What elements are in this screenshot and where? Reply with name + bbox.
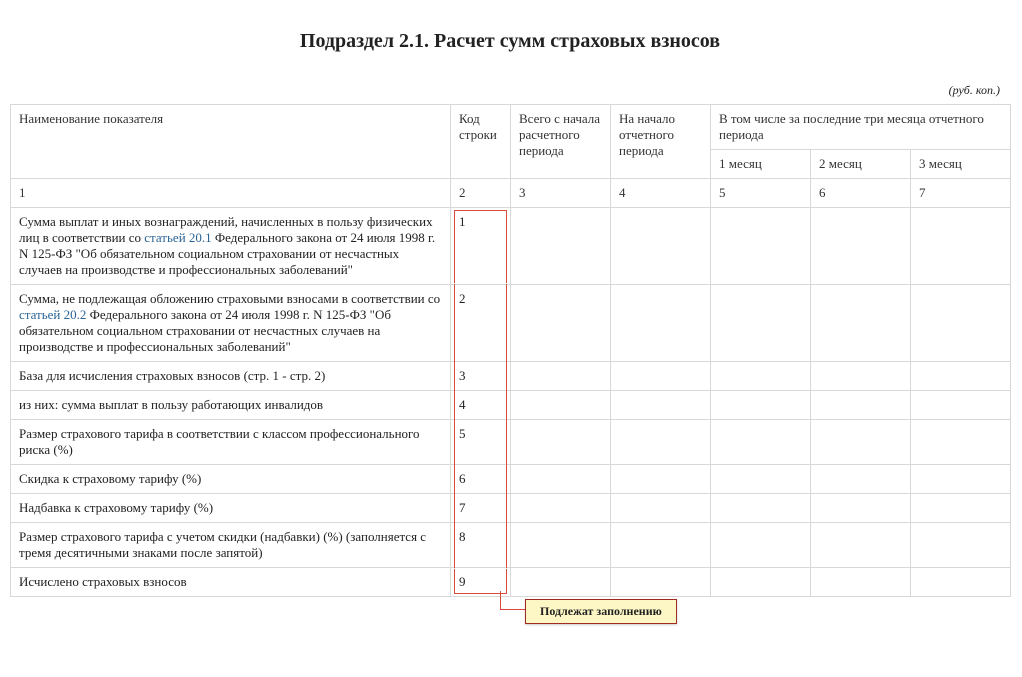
coln-6: 6 (811, 179, 911, 208)
table-row: Сумма, не подлежащая обложению страховым… (11, 285, 1011, 362)
th-name: Наименование показателя (11, 105, 451, 179)
table-row: Надбавка к страховому тарифу (%) 7 (11, 494, 1011, 523)
cell-value (911, 391, 1011, 420)
cell-value (911, 362, 1011, 391)
cell-indicator-name: Сумма, не подлежащая обложению страховым… (11, 285, 451, 362)
callout-box: Подлежат заполнению (525, 599, 677, 624)
coln-2: 2 (451, 179, 511, 208)
cell-value (611, 208, 711, 285)
cell-value (911, 208, 1011, 285)
cell-value (811, 391, 911, 420)
cell-indicator-name: Размер страхового тарифа в соответствии … (11, 420, 451, 465)
header-row-1: Наименование показателя Код строки Всего… (11, 105, 1011, 150)
cell-value (611, 285, 711, 362)
col-number-row: 1 2 3 4 5 6 7 (11, 179, 1011, 208)
cell-value (711, 362, 811, 391)
calc-table: Наименование показателя Код строки Всего… (10, 104, 1011, 597)
cell-indicator-name: Исчислено страховых взносов (11, 568, 451, 597)
cell-code: 8 (451, 523, 511, 568)
cell-value (811, 285, 911, 362)
cell-value (711, 465, 811, 494)
cell-value (611, 362, 711, 391)
cell-value (811, 568, 911, 597)
cell-value (711, 568, 811, 597)
cell-value (811, 208, 911, 285)
cell-value (811, 420, 911, 465)
cell-value (711, 494, 811, 523)
cell-value (611, 391, 711, 420)
th-m1: 1 месяц (711, 150, 811, 179)
cell-value (711, 285, 811, 362)
page-title: Подраздел 2.1. Расчет сумм страховых взн… (10, 30, 1010, 53)
cell-indicator-name: Скидка к страховому тарифу (%) (11, 465, 451, 494)
cell-value (511, 362, 611, 391)
cell-value (911, 285, 1011, 362)
coln-7: 7 (911, 179, 1011, 208)
table-row: из них: сумма выплат в пользу работающих… (11, 391, 1011, 420)
cell-value (811, 523, 911, 568)
cell-value (511, 285, 611, 362)
table-row: Размер страхового тарифа с учетом скидки… (11, 523, 1011, 568)
cell-value (611, 568, 711, 597)
cell-code: 5 (451, 420, 511, 465)
cell-code: 4 (451, 391, 511, 420)
cell-code: 2 (451, 285, 511, 362)
cell-value (511, 391, 611, 420)
callout-connector (500, 591, 527, 610)
cell-value (911, 420, 1011, 465)
cell-value (611, 465, 711, 494)
coln-1: 1 (11, 179, 451, 208)
coln-5: 5 (711, 179, 811, 208)
cell-value (511, 523, 611, 568)
table-row: База для исчисления страховых взносов (с… (11, 362, 1011, 391)
cell-value (711, 391, 811, 420)
cell-value (511, 494, 611, 523)
coln-3: 3 (511, 179, 611, 208)
cell-indicator-name: Сумма выплат и иных вознаграждений, начи… (11, 208, 451, 285)
th-m2: 2 месяц (811, 150, 911, 179)
callout-wrap: Подлежат заполнению (10, 597, 1010, 637)
cell-code: 6 (451, 465, 511, 494)
cell-code: 3 (451, 362, 511, 391)
unit-note: (руб. коп.) (10, 83, 1000, 98)
cell-value (611, 420, 711, 465)
th-start: На начало отчетного периода (611, 105, 711, 179)
th-total: Всего с начала расчетного периода (511, 105, 611, 179)
table-row: Размер страхового тарифа в соответствии … (11, 420, 1011, 465)
th-code: Код строки (451, 105, 511, 179)
law-link[interactable]: статьей 20.2 (19, 307, 86, 322)
cell-indicator-name: База для исчисления страховых взносов (с… (11, 362, 451, 391)
cell-indicator-name: Надбавка к страховому тарифу (%) (11, 494, 451, 523)
cell-value (711, 420, 811, 465)
coln-4: 4 (611, 179, 711, 208)
cell-value (911, 523, 1011, 568)
cell-value (811, 494, 911, 523)
cell-indicator-name: из них: сумма выплат в пользу работающих… (11, 391, 451, 420)
table-body: Сумма выплат и иных вознаграждений, начи… (11, 208, 1011, 597)
cell-code: 7 (451, 494, 511, 523)
cell-value (511, 465, 611, 494)
table-row: Скидка к страховому тарифу (%) 6 (11, 465, 1011, 494)
cell-value (511, 208, 611, 285)
cell-value (711, 523, 811, 568)
cell-value (511, 420, 611, 465)
cell-value (611, 494, 711, 523)
cell-value (811, 465, 911, 494)
cell-value (911, 494, 1011, 523)
cell-value (611, 523, 711, 568)
cell-code: 1 (451, 208, 511, 285)
th-three-months: В том числе за последние три месяца отче… (711, 105, 1011, 150)
table-row: Сумма выплат и иных вознаграждений, начи… (11, 208, 1011, 285)
cell-value (911, 568, 1011, 597)
cell-value (711, 208, 811, 285)
cell-value (911, 465, 1011, 494)
law-link[interactable]: статьей 20.1 (144, 230, 211, 245)
cell-value (811, 362, 911, 391)
cell-indicator-name: Размер страхового тарифа с учетом скидки… (11, 523, 451, 568)
th-m3: 3 месяц (911, 150, 1011, 179)
